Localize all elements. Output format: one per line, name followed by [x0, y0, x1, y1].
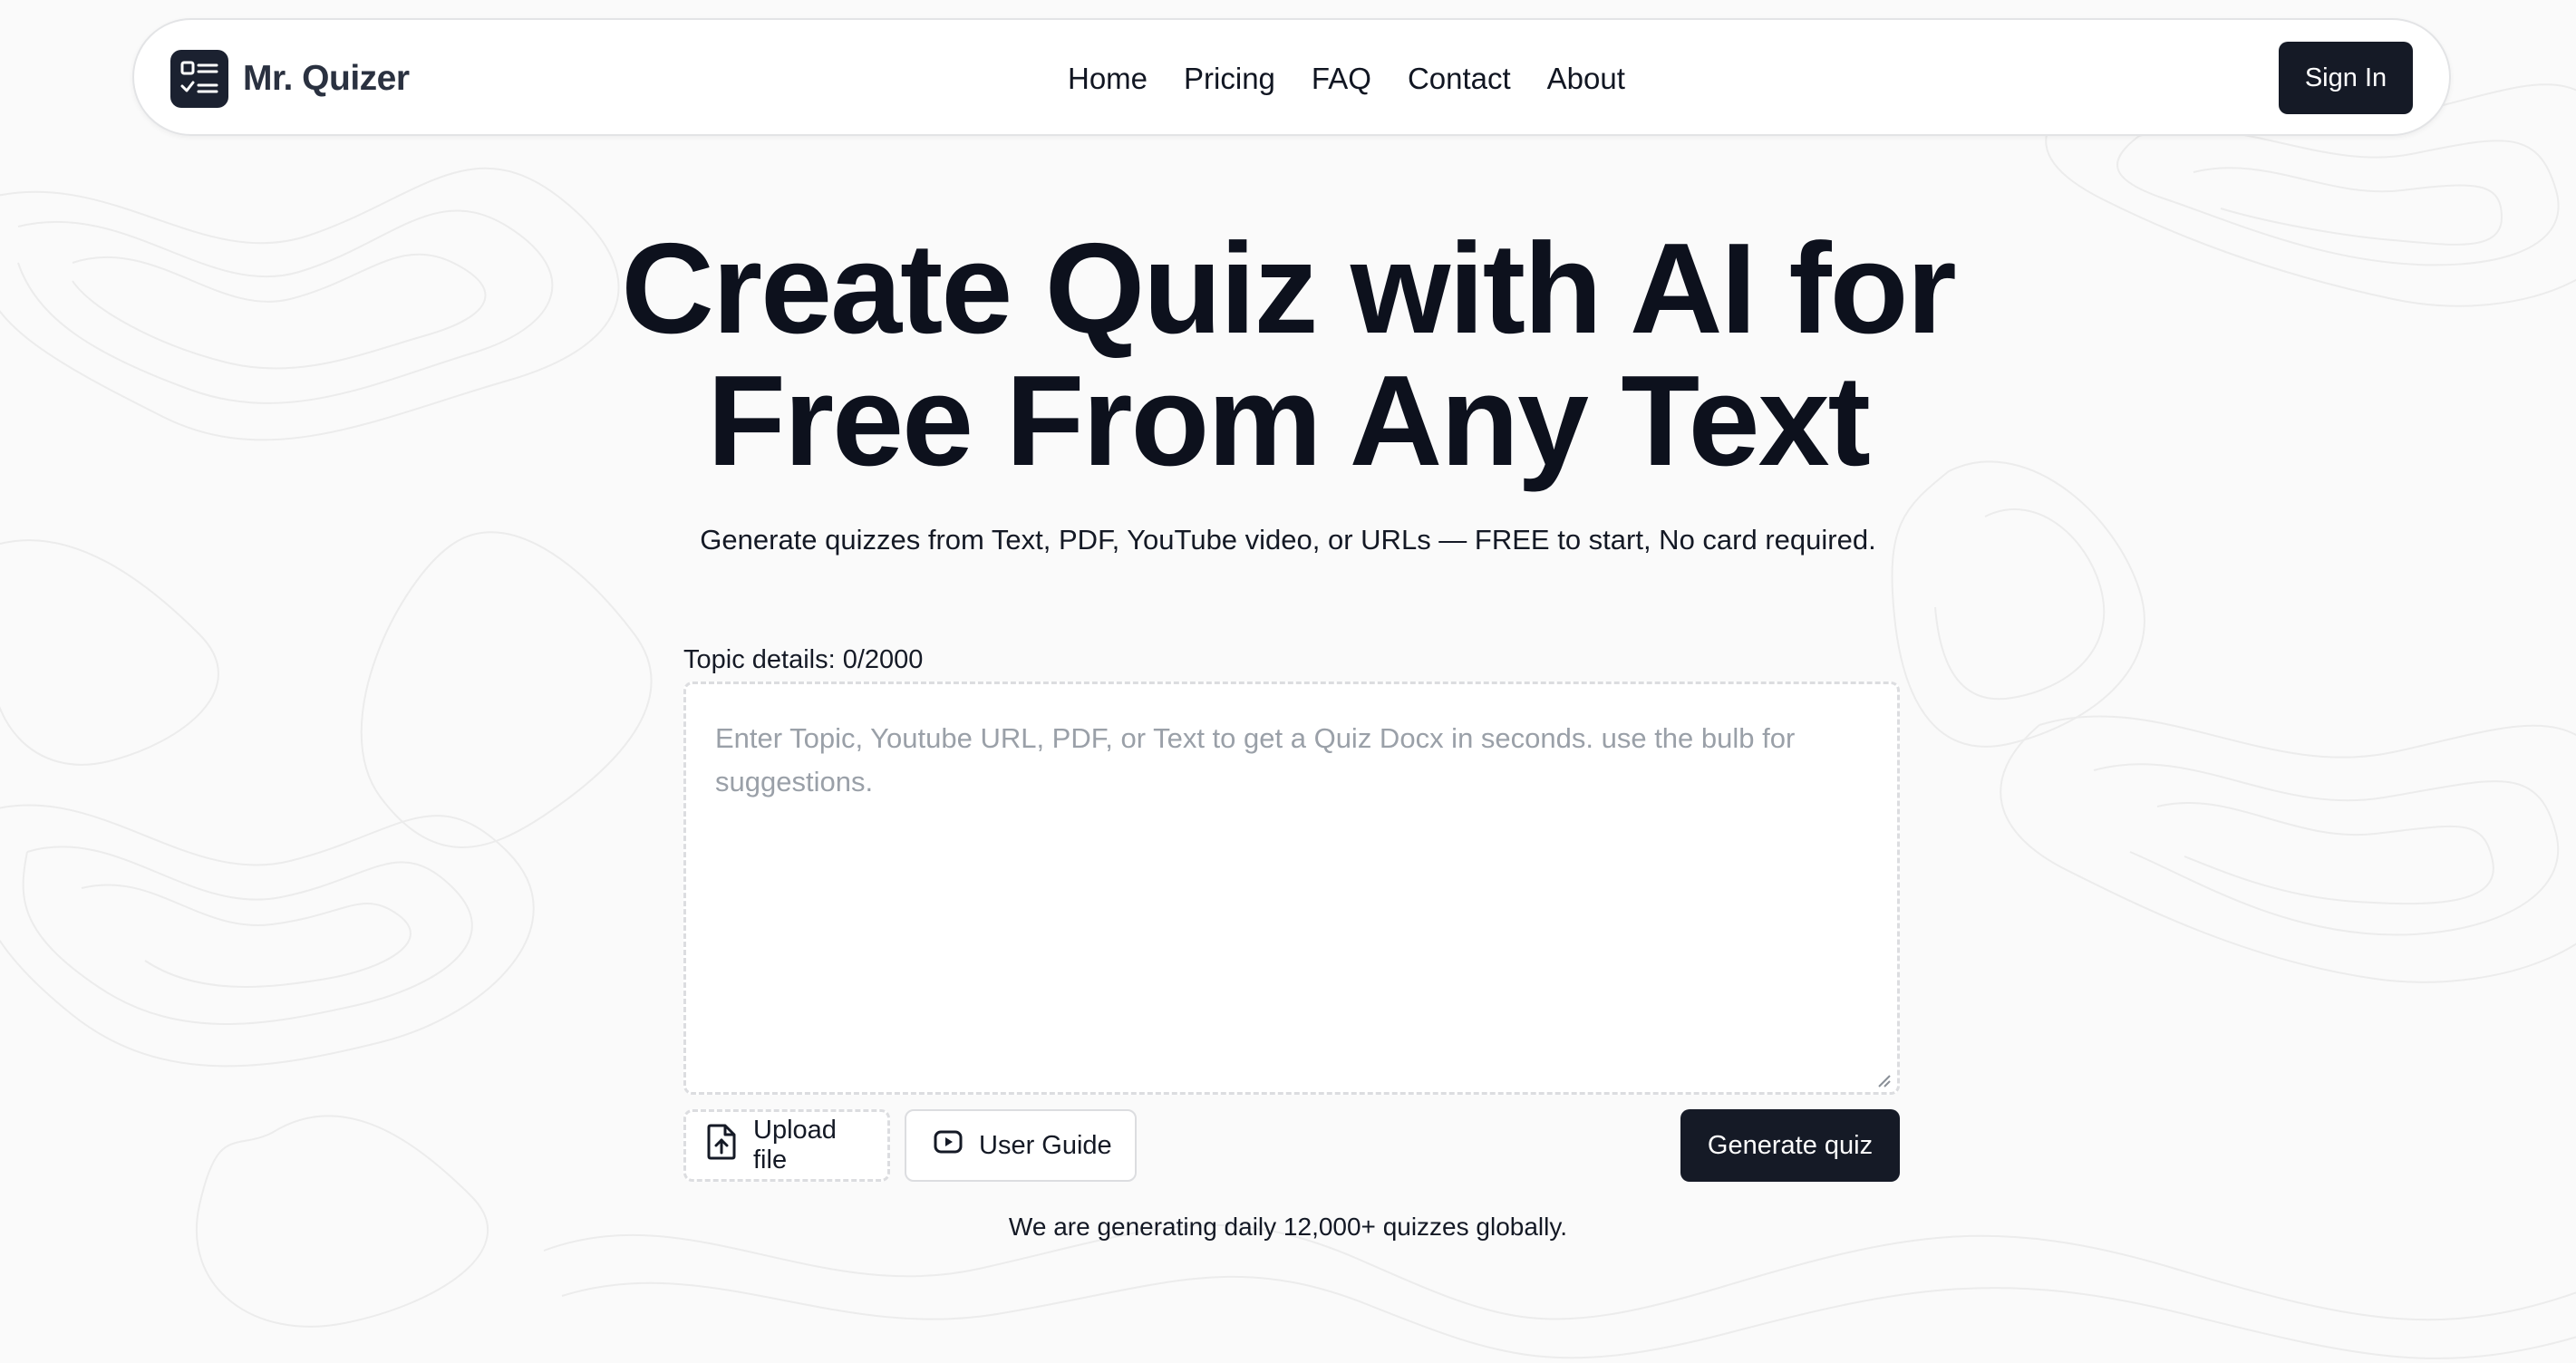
- nav-link-about[interactable]: About: [1547, 62, 1625, 96]
- upload-file-button[interactable]: Upload file: [683, 1109, 890, 1182]
- topic-details-label: Topic details: 0/2000: [683, 645, 924, 674]
- topic-input-container: [683, 682, 1900, 1095]
- brand-name: Mr. Quizer: [243, 59, 410, 98]
- topic-input[interactable]: [686, 684, 1897, 1092]
- user-guide-label: User Guide: [979, 1130, 1112, 1160]
- nav-link-home[interactable]: Home: [1068, 62, 1148, 96]
- nav-link-contact[interactable]: Contact: [1408, 62, 1511, 96]
- sign-in-button[interactable]: Sign In: [2279, 42, 2413, 114]
- generate-quiz-button[interactable]: Generate quiz: [1680, 1109, 1900, 1182]
- user-guide-button[interactable]: User Guide: [905, 1109, 1137, 1182]
- navbar: Mr. Quizer Home Pricing FAQ Contact Abou…: [132, 18, 2451, 136]
- video-play-icon: [934, 1130, 963, 1161]
- hero-title-line-2: Free From Any Text: [707, 349, 1871, 493]
- brand-logo[interactable]: Mr. Quizer: [170, 49, 410, 109]
- action-row: Upload file User Guide Generate quiz: [683, 1109, 1900, 1184]
- hero-title-line-1: Create Quiz with AI for: [621, 217, 1956, 361]
- nav-menu: Home Pricing FAQ Contact About: [1068, 20, 1625, 138]
- nav-link-pricing[interactable]: Pricing: [1184, 62, 1275, 96]
- resize-handle-icon[interactable]: [1875, 1072, 1892, 1088]
- hero-subtitle: Generate quizzes from Text, PDF, YouTube…: [700, 524, 1876, 556]
- upload-file-label: Upload file: [753, 1116, 837, 1174]
- daily-stats-text: We are generating daily 12,000+ quizzes …: [1008, 1213, 1568, 1241]
- nav-link-faq[interactable]: FAQ: [1312, 62, 1371, 96]
- file-upload-icon: [706, 1124, 737, 1167]
- hero-title: Create Quiz with AI for Free From Any Te…: [0, 223, 2576, 488]
- checklist-icon: [170, 50, 228, 108]
